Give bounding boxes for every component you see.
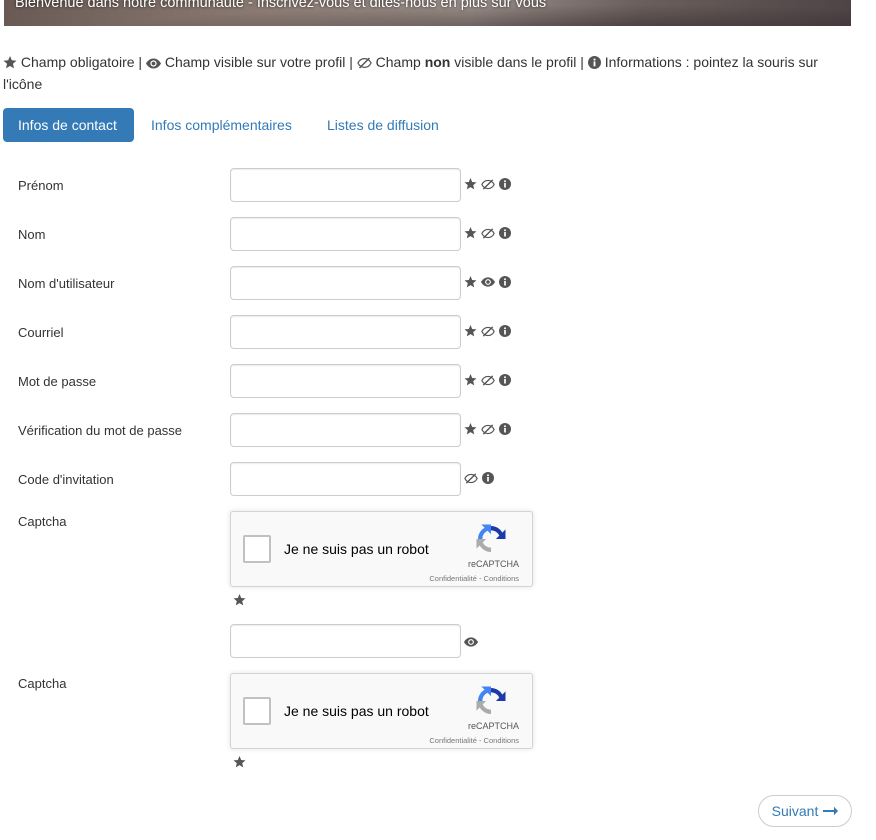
email-label: Courriel <box>18 325 64 340</box>
recaptcha-widget: Je ne suis pas un robot reCAPTCHA Confid… <box>230 511 533 587</box>
eye-slash-icon <box>464 472 478 484</box>
eye-icon <box>464 637 478 647</box>
star-icon <box>464 178 477 190</box>
username-input[interactable] <box>230 266 461 300</box>
first-name-icons <box>464 176 511 192</box>
star-icon <box>464 276 477 288</box>
field-legend: Champ obligatoire | Champ visible sur vo… <box>3 52 843 94</box>
password-confirm-input[interactable] <box>230 413 461 447</box>
username-label: Nom d'utilisateur <box>18 276 115 291</box>
eye-icon <box>481 277 495 287</box>
invitation-code-icons <box>464 470 494 486</box>
captcha-label: Captcha <box>18 514 67 529</box>
first-name-label: Prénom <box>18 178 64 193</box>
captcha-label-2: Captcha <box>18 676 67 691</box>
password-confirm-label: Vérification du mot de passe <box>18 423 183 438</box>
tab-contact-info[interactable]: Infos de contact <box>3 108 134 142</box>
legend-not-visible-suffix: visible dans le profil | <box>454 54 584 70</box>
invitation-code-label: Code d'invitation <box>18 472 114 487</box>
recaptcha-label: Je ne suis pas un robot <box>284 541 429 557</box>
star-icon <box>233 593 246 611</box>
legend-required-text: Champ obligatoire | <box>20 54 143 70</box>
password-confirm-icons <box>464 421 511 437</box>
next-button-label: Suivant <box>771 803 819 819</box>
last-name-label: Nom <box>18 227 46 242</box>
legend-not-visible-strong: non <box>424 54 451 70</box>
recaptcha-label-2: Je ne suis pas un robot <box>284 703 429 719</box>
tab-mailing-lists[interactable]: Listes de diffusion <box>327 108 439 142</box>
star-icon <box>464 227 477 239</box>
info-icon[interactable] <box>499 276 511 288</box>
info-icon[interactable] <box>499 227 511 239</box>
info-icon[interactable] <box>499 325 511 337</box>
last-name-icons <box>464 225 511 241</box>
legend-not-visible-prefix: Champ <box>375 54 421 70</box>
eye-slash-icon <box>481 374 495 386</box>
eye-slash-icon <box>481 178 495 190</box>
star-icon <box>464 374 477 386</box>
recaptcha-terms-link[interactable]: Confidentialité - Conditions <box>429 574 519 583</box>
eye-icon <box>145 54 161 74</box>
password-icons <box>464 372 511 388</box>
recaptcha-brand: reCAPTCHA <box>467 559 519 569</box>
recaptcha-checkbox[interactable] <box>243 535 271 563</box>
eye-slash-icon <box>481 325 495 337</box>
arrow-right-icon <box>823 803 839 819</box>
banner-text: Bienvenue dans notre communauté - Inscri… <box>15 0 547 11</box>
recaptcha-widget-2: Je ne suis pas un robot reCAPTCHA Confid… <box>230 673 533 749</box>
info-icon[interactable] <box>499 178 511 190</box>
info-icon <box>587 54 601 74</box>
eye-slash-icon <box>481 227 495 239</box>
next-button[interactable]: Suivant <box>758 795 852 827</box>
password-label: Mot de passe <box>18 374 97 389</box>
email-icons <box>464 323 511 339</box>
invitation-code-input[interactable] <box>230 462 461 496</box>
info-icon[interactable] <box>499 423 511 435</box>
first-name-input[interactable] <box>230 168 461 202</box>
info-icon[interactable] <box>499 374 511 386</box>
info-icon[interactable] <box>482 472 494 484</box>
recaptcha-checkbox-2[interactable] <box>243 697 271 725</box>
header-banner: Bienvenue dans notre communauté - Inscri… <box>4 0 851 26</box>
email-field[interactable] <box>230 315 461 349</box>
tab-additional-info[interactable]: Infos complémentaires <box>151 108 292 142</box>
extra-field-icons <box>464 634 478 650</box>
eye-slash-icon <box>357 54 372 74</box>
last-name-input[interactable] <box>230 217 461 251</box>
password-input[interactable] <box>230 364 461 398</box>
star-icon <box>3 54 17 74</box>
star-icon <box>464 325 477 337</box>
recaptcha-logo-icon <box>474 522 508 556</box>
legend-visible-text: Champ visible sur votre profil | <box>164 54 353 70</box>
star-icon <box>233 755 246 773</box>
username-icons <box>464 274 511 290</box>
star-icon <box>464 423 477 435</box>
recaptcha-logo-icon <box>474 684 508 718</box>
eye-slash-icon <box>481 423 495 435</box>
extra-input[interactable] <box>230 624 461 658</box>
recaptcha-brand-2: reCAPTCHA <box>467 721 519 731</box>
recaptcha-terms-link-2[interactable]: Confidentialité - Conditions <box>429 736 519 745</box>
